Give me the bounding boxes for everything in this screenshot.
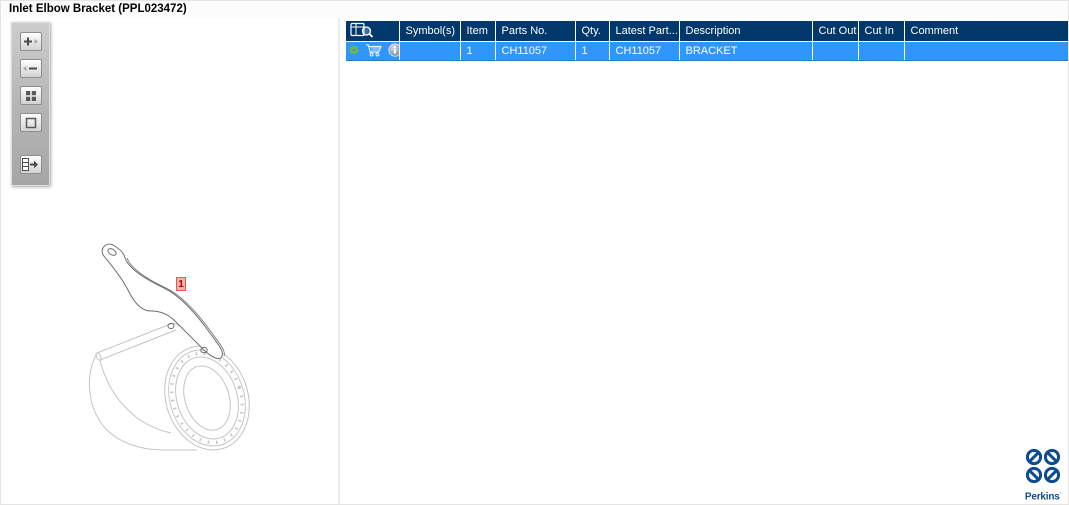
column-header-qty: Qty. — [575, 21, 610, 42]
page-title: Inlet Elbow Bracket (PPL023472) — [1, 1, 1068, 18]
table-search-icon — [350, 22, 374, 38]
parts-panel: Symbol(s) Item Parts No. Qty. Latest Par… — [340, 18, 1068, 504]
cell-comment — [904, 41, 1068, 61]
column-header-item: Item — [460, 21, 496, 42]
app-window: Inlet Elbow Bracket (PPL023472) 1 Symbol… — [0, 0, 1069, 505]
cart-icon[interactable] — [365, 43, 383, 60]
cell-latest-part: CH11057 — [609, 41, 680, 61]
column-header-latest-part: Latest Part... — [609, 21, 680, 42]
gear-icon[interactable] — [348, 44, 360, 59]
item-callout-1[interactable]: 1 — [176, 277, 186, 291]
column-header-parts-no: Parts No. — [495, 21, 576, 42]
info-icon[interactable] — [388, 42, 398, 60]
perkins-wordmark: Perkins· — [1024, 490, 1062, 502]
cell-cut-in — [858, 41, 905, 61]
column-header-cut-in: Cut In — [858, 21, 905, 42]
cell-parts-no: CH11057 — [495, 41, 576, 61]
perkins-rings-icon — [1025, 448, 1061, 483]
parts-table: Symbol(s) Item Parts No. Qty. Latest Par… — [346, 21, 1068, 61]
part-illustration — [88, 243, 250, 451]
cell-description: BRACKET — [679, 41, 813, 61]
reg-mark: · — [1059, 490, 1062, 497]
perkins-logo: Perkins· — [1021, 448, 1065, 502]
diagram-panel: 1 — [1, 18, 338, 504]
table-header-row: Symbol(s) Item Parts No. Qty. Latest Par… — [346, 21, 1068, 42]
table-row-selected[interactable]: 1 CH11057 1 CH11057 BRACKET — [346, 41, 1068, 61]
row-actions-cell — [346, 41, 400, 61]
column-header-tools[interactable] — [346, 21, 400, 42]
column-header-symbols: Symbol(s) — [399, 21, 461, 42]
column-header-comment: Comment — [904, 21, 1068, 42]
cell-cut-out — [812, 41, 859, 61]
column-header-description: Description — [679, 21, 813, 42]
column-header-cut-out: Cut Out — [812, 21, 859, 42]
diagram-canvas[interactable]: 1 — [1, 18, 338, 504]
cell-item: 1 — [460, 41, 496, 61]
cell-symbols — [399, 41, 461, 61]
cell-qty: 1 — [575, 41, 610, 61]
